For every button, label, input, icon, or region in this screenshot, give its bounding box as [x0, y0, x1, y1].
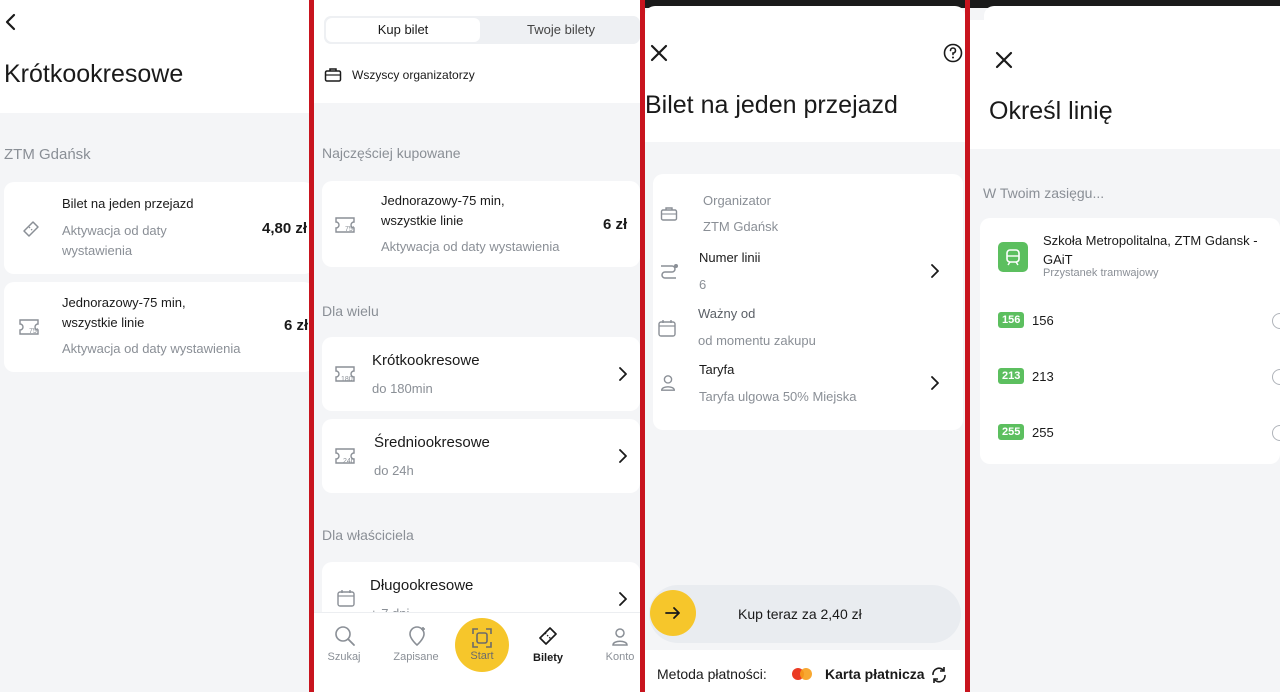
svg-text:24h: 24h [343, 458, 355, 465]
line-label[interactable]: 156 [1032, 313, 1054, 328]
category-name: Średniookresowe [374, 434, 490, 451]
ticket-price: 6 zł [603, 216, 628, 233]
header-left [970, 20, 990, 149]
section-header: Dla właściciela [322, 527, 414, 543]
page-title: Krótkookresowe [4, 60, 184, 88]
panel-short-term-list: Krótkookresowe ZTM Gdańsk Bilet na jeden… [0, 0, 310, 692]
nav-tickets[interactable]: Bilety [528, 652, 568, 664]
section-header: ZTM Gdańsk [4, 146, 91, 163]
tab-buy-ticket[interactable]: Kup bilet [326, 18, 480, 42]
ticket-name: Bilet na jeden przejazd [62, 196, 194, 211]
close-icon[interactable] [995, 51, 1013, 69]
header [645, 6, 965, 142]
panel-ticket-details: Bilet na jeden przejazd Organizator ZTM … [645, 0, 965, 692]
scan-icon [472, 628, 492, 648]
nav-account[interactable]: Konto [600, 651, 640, 663]
ticket-card[interactable]: 75' Jednorazowy-75 min, wszystkie linie … [4, 282, 310, 372]
line-label[interactable]: 213 [1032, 369, 1054, 384]
chevron-right-icon [619, 449, 627, 463]
briefcase-icon [324, 68, 342, 82]
category-card[interactable]: 180 Krótkookresowe do 180min [322, 337, 640, 411]
refresh-icon[interactable] [930, 666, 948, 684]
line-badge: 156 [998, 312, 1025, 328]
valid-from-value: od momentu zakupu [698, 333, 816, 348]
ticket-price: 4,80 zł [262, 220, 308, 237]
back-arrow-icon[interactable] [4, 13, 18, 31]
chevron-right-icon[interactable] [930, 264, 940, 278]
svg-text:75': 75' [29, 328, 38, 335]
person-icon[interactable] [610, 627, 630, 647]
nav-search[interactable]: Szukaj [324, 651, 364, 663]
ticket-180-icon: 180 [335, 366, 355, 383]
ticket-card[interactable]: Bilet na jeden przejazd Aktywacja od dat… [4, 182, 310, 274]
tab-your-tickets[interactable]: Twoje bilety [484, 18, 638, 42]
mastercard-icon [792, 668, 812, 680]
search-icon[interactable] [334, 625, 356, 647]
ticket-card[interactable]: 75' Jednorazowy-75 min, wszystkie linie … [322, 181, 640, 267]
ticket-subtitle: Aktywacja od daty wystawienia [381, 239, 560, 254]
route-icon [661, 264, 678, 279]
page-title: Bilet na jeden przejazd [645, 91, 898, 119]
chevron-right-icon[interactable] [930, 376, 940, 390]
valid-from-label: Ważny od [698, 306, 756, 321]
ticket-price: 6 zł [284, 317, 309, 334]
category-subtitle: do 24h [374, 463, 414, 478]
category-name: Długookresowe [370, 577, 474, 594]
ticket-icon[interactable] [536, 624, 560, 648]
organizer-label: Organizator [703, 193, 771, 208]
bookmark-location-icon[interactable] [406, 625, 428, 647]
briefcase-icon [660, 207, 678, 221]
close-icon[interactable] [650, 44, 668, 62]
ticket-24h-icon: 24h [335, 448, 355, 465]
category-card[interactable]: 24h Średniookresowe do 24h [322, 419, 640, 493]
help-icon[interactable] [943, 43, 963, 63]
section-header: W Twoim zasięgu... [983, 185, 1105, 201]
line-badge: 213 [998, 368, 1025, 384]
line-label[interactable]: 255 [1032, 425, 1054, 440]
payment-method-value[interactable]: Karta płatnicza [825, 666, 925, 682]
arrow-right-icon [665, 607, 680, 619]
payment-method-label: Metoda płatności: [657, 666, 767, 682]
person-icon [661, 375, 675, 391]
nav-saved[interactable]: Zapisane [390, 651, 442, 663]
calendar-icon [337, 590, 355, 607]
line-label: Numer linii [699, 250, 761, 265]
svg-text:75': 75' [345, 226, 354, 233]
line-badge: 255 [998, 424, 1025, 440]
stop-name: Szkoła Metropolitalna, ZTM Gdansk -GAiT [1043, 233, 1258, 267]
chevron-right-icon [619, 367, 627, 381]
tariff-value: Taryfa ulgowa 50% Miejska [699, 389, 857, 404]
nav-start[interactable]: Start [462, 650, 502, 662]
tram-icon [1006, 249, 1020, 266]
panel-buy-ticket: Kup bilet Twoje bilety Wszyscy organizat… [314, 0, 640, 692]
calendar-icon [658, 320, 676, 337]
organizer-filter[interactable]: Wszyscy organizatorzy [352, 68, 475, 82]
header [0, 0, 310, 113]
ticket-75-icon: 75' [19, 319, 39, 335]
buy-now-label: Kup teraz za 2,40 zł [738, 606, 862, 622]
chevron-right-icon [619, 592, 627, 606]
ticket-subtitle: Aktywacja od daty wystawienia [62, 223, 167, 258]
stop-type: Przystanek tramwajowy [1043, 267, 1159, 279]
ticket-name: Jednorazowy-75 min, wszystkie linie [62, 295, 186, 330]
header [984, 6, 1280, 149]
ticket-icon [23, 221, 39, 237]
category-name: Krótkookresowe [372, 352, 480, 369]
ticket-name: Jednorazowy-75 min, wszystkie linie [381, 193, 505, 228]
ticket-75-icon: 75' [335, 217, 355, 233]
section-header: Dla wielu [322, 303, 379, 319]
panel-select-line: Określ linię W Twoim zasięgu... Szkoła M… [970, 0, 1280, 692]
category-subtitle: do 180min [372, 381, 433, 396]
organizer-value: ZTM Gdańsk [703, 219, 779, 234]
tariff-label: Taryfa [699, 362, 735, 377]
line-value: 6 [699, 277, 707, 292]
ticket-subtitle: Aktywacja od daty wystawienia [62, 341, 241, 356]
section-header: Najczęściej kupowane [322, 145, 461, 161]
svg-text:180: 180 [341, 376, 353, 383]
page-title: Określ linię [989, 97, 1113, 125]
